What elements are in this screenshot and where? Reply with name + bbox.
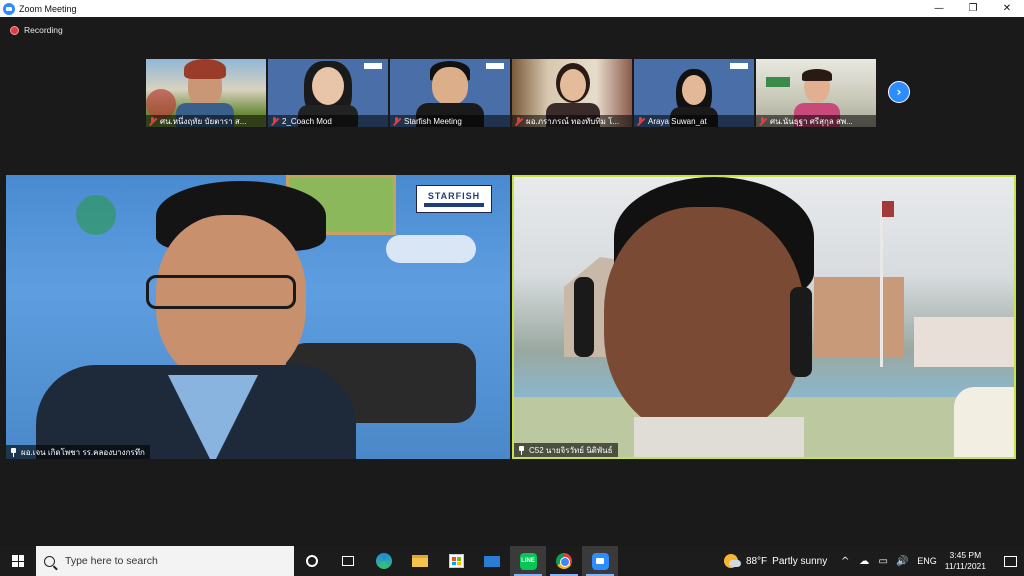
notifications-button[interactable] [996,546,1024,576]
notification-icon [1003,555,1017,567]
starfish-logo-text: STARFISH [427,191,481,201]
chrome-icon [556,553,572,569]
clock-time: 3:45 PM [949,550,982,560]
starfish-logo-stripe [424,203,484,207]
windows-logo-icon [12,555,24,567]
recording-indicator[interactable]: Recording [10,25,63,35]
participant-name: Araya Suwan_at [648,116,707,126]
start-button[interactable] [0,546,36,576]
file-explorer-button[interactable] [402,546,438,576]
main-video-name-bar: C52 นายจิรวัทย์ นิติพันธ์ [514,443,618,457]
store-icon [448,554,464,568]
window-title: Zoom Meeting [19,3,77,14]
window-controls: — ❐ ✕ [922,0,1024,17]
minimize-button[interactable]: — [922,0,956,17]
weather-widget[interactable]: 88°F Partly sunny [723,554,828,568]
participant-thumb-4[interactable]: ผอ.ภราภรณ์ ทองทับทิม โ... [512,59,632,127]
taskbar-search[interactable] [36,546,294,576]
recording-label: Recording [24,25,63,35]
search-input[interactable] [65,555,265,567]
search-icon [44,555,55,567]
speaker-name: ผอ.เจน เกิดโพชา รร.คลองบางกรทึก [21,447,145,457]
participant-thumb-6[interactable]: ศน.นันธุฐา ศรีสุกุล สพ... [756,59,876,127]
participant-name-bar: ผอ.ภราภรณ์ ทองทับทิม โ... [512,115,632,127]
participant-name-bar: ศน.หนึ่งฤทัย บัยตารา ส... [146,115,266,127]
system-tray: 88°F Partly sunny ^ ☁ ▭ 🔊 ENG 3:45 PM 11… [723,546,1024,576]
speaker-name: C52 นายจิรวัทย์ นิติพันธ์ [529,445,613,455]
windows-taskbar: LINE 88°F Partly sunny ^ ☁ ▭ 🔊 ENG 3:45 … [0,546,1024,576]
chrome-button[interactable] [546,546,582,576]
cortana-button[interactable] [294,546,330,576]
zoom-app-icon [3,2,15,15]
participant-thumb-1[interactable]: ศน.หนึ่งฤทัย บัยตารา ส... [146,59,266,127]
participant-name: Starfish Meeting [404,116,462,126]
show-hidden-icons-button[interactable]: ^ [837,546,853,576]
meeting-stage: Recording ศน.หนึ่งฤทัย บัยตารา ส... 2_Co… [0,17,1024,546]
participant-name-bar: 2_Coach Mod [268,115,388,127]
main-video-left[interactable]: STARFISH ผอ.เจน เกิดโพชา รร.คลองบางกรทึก [6,175,510,459]
zoom-taskbar-button[interactable] [582,546,618,576]
mic-muted-icon [270,116,279,126]
restore-button[interactable]: ❐ [956,0,990,17]
line-button[interactable]: LINE [510,546,546,576]
close-button[interactable]: ✕ [990,0,1024,17]
edge-button[interactable] [366,546,402,576]
participant-name-bar: ศน.นันธุฐา ศรีสุกุล สพ... [756,115,876,127]
gallery-next-button[interactable]: › [888,81,910,103]
zoom-icon [591,552,609,570]
store-button[interactable] [438,546,474,576]
partly-sunny-icon [723,554,741,568]
onedrive-icon[interactable]: ☁ [856,546,872,576]
window-titlebar: Zoom Meeting — ❐ ✕ [0,0,1024,17]
starfish-logo: STARFISH [416,185,492,213]
network-icon[interactable]: ▭ [875,546,891,576]
cortana-icon [306,555,318,567]
weather-temp: 88°F [745,555,768,567]
main-video-name-bar: ผอ.เจน เกิดโพชา รร.คลองบางกรทึก [6,445,150,459]
participant-name: ศน.หนึ่งฤทัย บัยตารา ส... [160,116,247,126]
task-view-button[interactable] [330,546,366,576]
folder-icon [412,555,428,567]
mic-muted-icon [392,116,401,126]
mic-muted-icon [636,116,645,126]
participant-name: 2_Coach Mod [282,116,332,126]
participant-name: ศน.นันธุฐา ศรีสุกุล สพ... [770,116,853,126]
language-indicator[interactable]: ENG [917,556,937,566]
gallery-strip: ศน.หนึ่งฤทัย บัยตารา ส... 2_Coach Mod St… [146,59,886,127]
edge-icon [376,553,392,569]
task-view-icon [342,556,354,566]
participant-thumb-3[interactable]: Starfish Meeting [390,59,510,127]
mic-muted-icon [148,116,157,126]
participant-thumb-5[interactable]: Araya Suwan_at [634,59,754,127]
participant-name-bar: Araya Suwan_at [634,115,754,127]
mic-muted-icon [758,116,767,126]
participant-thumb-2[interactable]: 2_Coach Mod [268,59,388,127]
clock-date: 11/11/2021 [944,561,986,571]
volume-icon[interactable]: 🔊 [894,546,910,576]
mic-muted-icon [514,116,523,126]
mail-icon [484,555,500,567]
line-icon: LINE [519,552,537,570]
weather-condition: Partly sunny [772,555,828,567]
pin-icon [9,447,18,457]
participant-name: ผอ.ภราภรณ์ ทองทับทิม โ... [526,116,620,126]
system-clock[interactable]: 3:45 PM 11/11/2021 [945,550,986,572]
pin-icon [517,445,526,455]
mail-button[interactable] [474,546,510,576]
recording-dot-icon [10,25,19,35]
participant-name-bar: Starfish Meeting [390,115,510,127]
main-video-right-active-speaker[interactable]: C52 นายจิรวัทย์ นิติพันธ์ [512,175,1016,459]
